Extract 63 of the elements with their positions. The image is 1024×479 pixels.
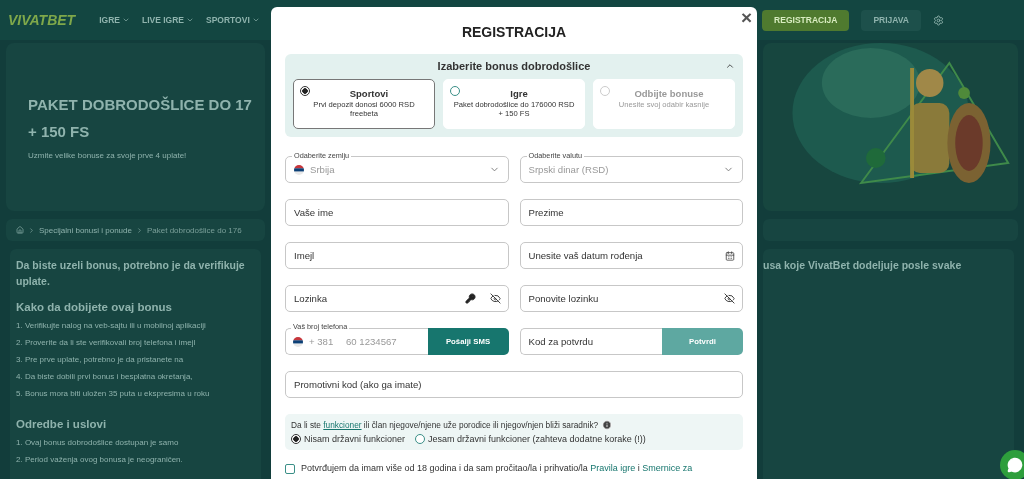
password-field[interactable]: Ponovite lozinku <box>519 285 743 312</box>
eye-off-icon[interactable] <box>489 293 501 304</box>
close-button[interactable]: × <box>740 8 752 28</box>
logo[interactable]: VIVATBET <box>8 12 76 28</box>
checkbox[interactable] <box>285 464 295 474</box>
input-field[interactable]: Promotivni kod (ako ga imate) <box>285 371 743 398</box>
chevron-up-icon[interactable] <box>725 61 735 71</box>
chat-icon <box>1007 457 1023 473</box>
radio-button[interactable] <box>300 86 310 96</box>
eye-off-icon[interactable] <box>724 293 735 304</box>
key-icon[interactable] <box>464 293 476 304</box>
settings-icon[interactable] <box>933 14 944 26</box>
serbian-flag-icon <box>294 164 304 175</box>
list-item: 4. Da biste dobili prvi bonus i besplatna okretanja, <box>16 372 194 381</box>
list-item: 3. Pre prve uplate, potrebno je da pristanete na <box>16 355 185 364</box>
intro-text: uplate. <box>16 274 51 289</box>
list-item: 2. Proverite da li ste verifikovali broj telefona i imejl <box>16 338 197 347</box>
bonus-title: Igre <box>510 88 528 99</box>
info-icon[interactable] <box>602 420 613 430</box>
intro-text: usa koje VivatBet dodeljuje posle svake <box>763 258 963 273</box>
list-item: 1. Ovaj bonus dobrodošlice dostupan je samo <box>16 438 180 447</box>
nav-item[interactable]: LIVE IGRE <box>141 15 184 25</box>
list-item: 5. Bonus mora biti uložen 35 puta u ekspresima u roku <box>16 389 211 398</box>
radio-option[interactable]: Nisam državni funkcioner <box>291 434 406 444</box>
chevron-right-icon <box>28 226 35 234</box>
breadcrumb-item[interactable]: Specijalni bonusi i ponude <box>39 225 132 235</box>
radio-option[interactable]: Jesam državni funkcioner (zahteva dodatne korake (!)) <box>415 434 646 444</box>
register-button[interactable]: REGISTRACIJA <box>762 9 850 31</box>
terms-text: Potvrđujem da imam više od 18 godina i da sam pročitao/la i prihvatio/la Pravila igre i Smernice za <box>301 463 693 473</box>
intro-text: Da biste uzeli bonus, potrebno je da verifikuje <box>16 258 246 273</box>
list-item: 2. Period važenja ovog bonusa je neograničen. <box>16 455 184 464</box>
login-button[interactable]: PRIJAVA <box>861 9 921 31</box>
hero-subtitle: Uzmite velike bonuse za svoje prve 4 uplate! <box>28 151 188 160</box>
link[interactable]: Pravila igre <box>590 463 636 473</box>
password-field[interactable]: Lozinka <box>285 285 509 312</box>
country-code: + 381 <box>309 336 334 347</box>
serbian-flag-icon <box>293 336 303 347</box>
radio-button[interactable] <box>450 86 460 96</box>
section-heading: Odredbe i uslovi <box>16 418 108 430</box>
chevron-down-icon <box>186 16 194 24</box>
hero-title: + 150 FS <box>28 122 91 142</box>
question-text: Da li ste funkcioner ili član njegove/njene uže porodice ili njegov/njen bliži saradnik? <box>291 420 599 430</box>
bonus-title: Odbijte bonuse <box>634 88 704 99</box>
nav-item[interactable]: SPORTOVI <box>206 15 250 25</box>
input-field[interactable]: Imejl <box>285 242 509 269</box>
link[interactable]: funkcioner <box>323 420 362 430</box>
breadcrumb-item[interactable]: Paket dobrodošlice do 176 <box>146 225 242 235</box>
input-field[interactable]: Prezime <box>519 199 743 226</box>
list-item: 1. Verifikujte nalog na veb-sajtu ili u mobilnoj aplikaciji <box>16 321 207 330</box>
date-field[interactable]: Unesite vaš datum rođenja <box>519 242 743 269</box>
bonus-panel-title: Izaberite bonus dobrodošlice <box>437 60 591 72</box>
bonus-title: Sportovi <box>349 88 389 99</box>
chevron-down-icon <box>121 16 130 24</box>
input-field[interactable]: Vaše ime <box>285 199 509 226</box>
chevron-right-icon <box>135 226 143 234</box>
home-icon[interactable] <box>16 226 24 234</box>
hero-title: PAKET DOBRODOŠLICE DO 17 <box>28 95 253 115</box>
dialog-title: REGISTRACIJA <box>460 24 568 40</box>
section-heading: Kako da dobijete ovaj bonus <box>16 301 173 313</box>
link[interactable]: Smernice za <box>642 463 693 473</box>
nav-item[interactable]: IGRE <box>99 15 120 25</box>
chevron-down-icon <box>251 16 260 24</box>
calendar-icon[interactable] <box>725 250 735 261</box>
